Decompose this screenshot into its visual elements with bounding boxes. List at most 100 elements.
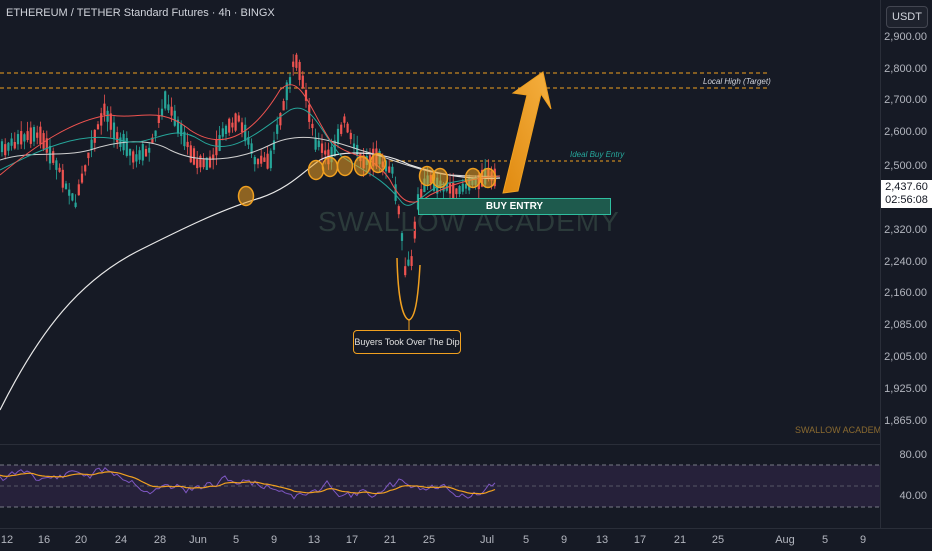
candles-group	[0, 52, 496, 278]
candle-body	[64, 183, 68, 190]
candle-body	[80, 173, 84, 183]
time-label: 16	[37, 534, 51, 546]
candle-body	[349, 132, 352, 140]
candle-body	[218, 135, 221, 151]
price-label: 2,900.00	[884, 31, 927, 43]
bar-countdown: 02:56:08	[885, 194, 928, 206]
candle-body	[186, 141, 189, 148]
candle-body	[256, 158, 260, 165]
candle-body	[10, 138, 13, 146]
highlight-circle	[431, 167, 449, 189]
candle-body	[128, 148, 132, 156]
candle-body	[55, 160, 58, 170]
candle-body	[311, 123, 314, 129]
chart-title: ETHEREUM / TETHER Standard Futures · 4h …	[6, 7, 275, 19]
time-label: Jul	[479, 534, 495, 546]
candle-body	[288, 77, 292, 85]
candle-body	[221, 128, 224, 137]
rsi-label-40: 40.00	[899, 490, 927, 502]
candle-body	[90, 139, 93, 150]
time-label: 5	[522, 534, 530, 546]
time-label: 25	[711, 534, 725, 546]
candle-body	[109, 113, 112, 130]
candle-body	[52, 151, 55, 163]
candle-body	[16, 134, 20, 145]
candle-body	[4, 144, 7, 156]
time-axis[interactable]: 12 16 20 24 28 Jun 5 9 13 17 21 25 Jul 5…	[0, 528, 932, 551]
highlight-circle	[307, 159, 325, 181]
price-label: 2,160.00	[884, 287, 927, 299]
target-arrow	[502, 71, 552, 194]
price-label: 1,865.00	[884, 415, 927, 427]
candle-body	[112, 122, 116, 140]
candle-body	[167, 104, 170, 111]
candle-body	[272, 140, 276, 150]
candle-body	[269, 150, 272, 169]
rsi-label-80: 80.00	[899, 449, 927, 461]
candle-body	[253, 157, 256, 165]
time-label: 5	[821, 534, 829, 546]
time-label: Jun	[189, 534, 207, 546]
candle-body	[26, 131, 29, 141]
candle-body	[202, 158, 205, 168]
candle-body	[77, 184, 80, 196]
candle-body	[132, 151, 135, 163]
price-label: 2,240.00	[884, 256, 927, 268]
candle-body	[148, 147, 151, 153]
candle-body	[266, 153, 269, 169]
candle-body	[192, 148, 196, 165]
candle-body	[32, 127, 36, 142]
rsi-canvas[interactable]	[0, 445, 880, 529]
candle-body	[208, 156, 212, 168]
price-label: 2,600.00	[884, 126, 927, 138]
candle-body	[320, 143, 324, 153]
dip-callout[interactable]: Buyers Took Over The Dip	[353, 330, 461, 354]
candle-body	[263, 157, 266, 162]
candle-body	[196, 159, 199, 169]
candle-body	[292, 61, 295, 67]
highlight-circle	[369, 152, 387, 174]
candle-body	[279, 113, 282, 126]
candle-body	[301, 75, 304, 89]
candle-body	[154, 130, 157, 137]
price-label: 2,005.00	[884, 351, 927, 363]
candle-body	[61, 169, 64, 188]
candle-body	[234, 113, 237, 131]
candle-body	[410, 256, 413, 266]
buy-entry-box[interactable]: BUY ENTRY	[418, 198, 611, 215]
last-price-badge: 2,437.60 02:56:08	[881, 180, 932, 208]
time-label: 5	[232, 534, 240, 546]
candle-body	[135, 154, 138, 162]
candle-body	[93, 129, 96, 143]
currency-button[interactable]: USDT	[886, 6, 928, 28]
candle-body	[138, 150, 141, 160]
time-label: 9	[560, 534, 568, 546]
candle-body	[240, 122, 244, 133]
last-price-value: 2,437.60	[885, 181, 928, 193]
candle-body	[228, 118, 231, 133]
candle-body	[215, 138, 218, 156]
candle-body	[404, 266, 407, 276]
candle-body	[346, 123, 349, 133]
candle-body	[324, 150, 327, 155]
rsi-panel[interactable]	[0, 444, 880, 529]
time-label: 21	[383, 534, 397, 546]
candle-body	[391, 166, 394, 174]
time-label: 9	[270, 534, 278, 546]
candle-body	[455, 188, 458, 195]
time-label: 21	[673, 534, 687, 546]
time-label: 13	[307, 534, 321, 546]
candle-body	[282, 101, 285, 111]
candle-body	[340, 124, 343, 134]
time-label: 17	[345, 534, 359, 546]
price-label: 2,700.00	[884, 94, 927, 106]
candle-body	[295, 54, 298, 68]
highlight-circle	[237, 185, 255, 207]
candle-body	[224, 125, 228, 134]
candle-body	[7, 142, 10, 151]
local-high-label: Local High (Target)	[703, 77, 771, 86]
price-axis[interactable]: 2,900.00 2,800.00 2,700.00 2,600.00 2,50…	[880, 0, 932, 528]
candle-body	[13, 142, 16, 149]
candle-body	[317, 140, 320, 148]
candle-body	[20, 131, 23, 145]
